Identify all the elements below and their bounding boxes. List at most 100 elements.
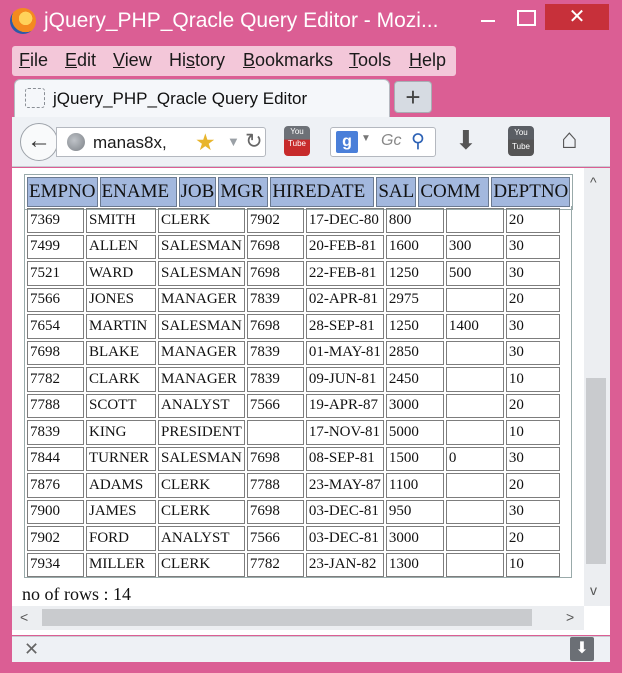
home-icon[interactable]: ⌂ (561, 123, 578, 155)
table-cell: 7902 (246, 208, 304, 233)
search-engine-dropdown-icon[interactable]: ▼ (361, 133, 371, 144)
row-count: no of rows : 14 (22, 584, 131, 604)
table-cell: SALESMAN (158, 314, 245, 339)
menu-item-6[interactable]: Help (409, 50, 446, 71)
table-cell (445, 552, 504, 577)
table-row: 7934 MILLER CLERK 7782 23-JAN-82 1300 10 (27, 552, 560, 577)
table-row: 7499 ALLEN SALESMAN 7698 20-FEB-81 1600 300 30 (27, 234, 560, 259)
table-row: 7788 SCOTT ANALYST 7566 19-APR-87 3000 20 (27, 393, 560, 418)
table-cell: CLERK (158, 499, 245, 524)
table-cell: 950 (385, 499, 444, 524)
download-status-icon[interactable]: ⬇ (570, 637, 594, 661)
minimize-button[interactable] (470, 4, 506, 30)
table-cell: MANAGER (158, 287, 245, 312)
table-cell: 7782 (246, 552, 304, 577)
table-cell: 300 (445, 234, 504, 259)
maximize-button[interactable] (507, 4, 543, 30)
youtube-icon[interactable]: You Tube (508, 126, 534, 156)
table-cell: 01-MAY-81 (305, 340, 384, 365)
menu-item-5[interactable]: Tools (349, 50, 391, 71)
table-row: 7369 SMITH CLERK 7902 17-DEC-80 800 20 (27, 208, 560, 233)
youtube-addon-icon[interactable]: You Tube (284, 126, 310, 156)
search-bar[interactable]: g ▼ Gc ⚲ (330, 127, 436, 157)
table-cell: 7934 (27, 552, 84, 577)
tab-label: jQuery_PHP_Qracle Query Editor (53, 89, 308, 108)
menu-item-2[interactable]: View (113, 50, 152, 71)
column-header: HIREDATE (270, 177, 375, 207)
table-cell (445, 393, 504, 418)
table-cell: 7566 (246, 393, 304, 418)
url-text[interactable]: manas8x, (93, 133, 167, 153)
column-header: EMPNO (27, 177, 98, 207)
table-cell: 08-SEP-81 (305, 446, 384, 471)
scroll-down-icon[interactable]: v (590, 582, 597, 598)
table-cell: 7566 (246, 526, 304, 551)
table-cell: 7839 (27, 420, 84, 445)
table-cell: 1400 (445, 314, 504, 339)
table-cell: SMITH (86, 208, 156, 233)
menu-item-3[interactable]: History (169, 50, 225, 71)
new-tab-button[interactable]: + (394, 81, 432, 113)
vertical-scrollbar[interactable]: ^ v (584, 168, 610, 606)
menu-item-4[interactable]: Bookmarks (243, 50, 333, 71)
search-icon[interactable]: ⚲ (411, 130, 425, 153)
table-cell: SALESMAN (158, 261, 245, 286)
table-cell: 7566 (27, 287, 84, 312)
table-cell: 30 (505, 314, 560, 339)
table-cell: ADAMS (86, 473, 156, 498)
table-row: 7654 MARTIN SALESMAN 7698 28-SEP-81 1250 1400 3… (27, 314, 560, 339)
table-cell (445, 473, 504, 498)
column-header: ENAME (99, 177, 177, 207)
horizontal-scrollbar[interactable]: < > (12, 606, 584, 630)
table-cell: 7788 (246, 473, 304, 498)
history-dropdown-icon[interactable]: ▼ (227, 134, 240, 149)
back-button[interactable]: ← (20, 123, 58, 161)
table-cell: 23-JAN-82 (305, 552, 384, 577)
scroll-up-icon[interactable]: ^ (590, 174, 597, 190)
scroll-right-icon[interactable]: > (566, 609, 574, 625)
table-cell: 1250 (385, 261, 444, 286)
horizontal-scroll-thumb[interactable] (42, 609, 532, 626)
menu-item-0[interactable]: File (19, 50, 48, 71)
vertical-scroll-thumb[interactable] (586, 378, 606, 564)
table-cell: WARD (86, 261, 156, 286)
globe-icon (67, 133, 85, 151)
close-addon-bar-icon[interactable]: ✕ (24, 639, 39, 660)
firefox-logo-icon[interactable] (10, 8, 36, 34)
table-cell (445, 340, 504, 365)
table-cell: 22-FEB-81 (305, 261, 384, 286)
results-table: 7369 SMITH CLERK 7902 17-DEC-80 800 20 7499 ALLE… (25, 206, 562, 577)
table-cell: 7698 (246, 314, 304, 339)
table-cell: 7698 (246, 234, 304, 259)
bookmark-star-icon[interactable]: ★ (195, 129, 216, 156)
table-cell: 10 (505, 420, 560, 445)
table-cell: MANAGER (158, 367, 245, 392)
results-header: EMPNO ENAME JOB MGR HIREDATE SAL COMM DEPTNO (24, 174, 574, 210)
menu-item-1[interactable]: Edit (65, 50, 96, 71)
table-cell: 17-DEC-80 (305, 208, 384, 233)
table-row: 7521 WARD SALESMAN 7698 22-FEB-81 1250 500 30 (27, 261, 560, 286)
table-cell: SALESMAN (158, 234, 245, 259)
reload-icon[interactable]: ↻ (245, 129, 263, 154)
tab-query-editor[interactable]: jQuery_PHP_Qracle Query Editor (14, 79, 390, 119)
close-window-button[interactable]: ✕ (545, 4, 609, 30)
url-bar[interactable]: manas8x, ★ ▼ ↻ (56, 127, 266, 157)
table-cell: CLERK (158, 552, 245, 577)
downloads-icon[interactable]: ⬇ (455, 125, 477, 156)
page-icon (25, 88, 45, 108)
search-input[interactable]: Gc (381, 132, 401, 150)
scroll-left-icon[interactable]: < (20, 609, 28, 625)
addon-bar: ✕ ⬇ (12, 636, 610, 662)
title-bar: jQuery_PHP_Qracle Query Editor - Mozi...… (0, 0, 622, 44)
table-cell: 1600 (385, 234, 444, 259)
table-cell (445, 526, 504, 551)
table-cell: 0 (445, 446, 504, 471)
column-header: SAL (376, 177, 417, 207)
table-cell: 20 (505, 208, 560, 233)
results-scroll-area[interactable]: 7369 SMITH CLERK 7902 17-DEC-80 800 20 7499 ALLE… (24, 206, 572, 578)
table-cell: 7698 (27, 340, 84, 365)
navigation-toolbar: ← manas8x, ★ ▼ ↻ You Tube g ▼ Gc ⚲ ⬇ You… (12, 117, 610, 167)
table-cell: MANAGER (158, 340, 245, 365)
table-cell: 7788 (27, 393, 84, 418)
google-icon[interactable]: g (336, 131, 358, 153)
